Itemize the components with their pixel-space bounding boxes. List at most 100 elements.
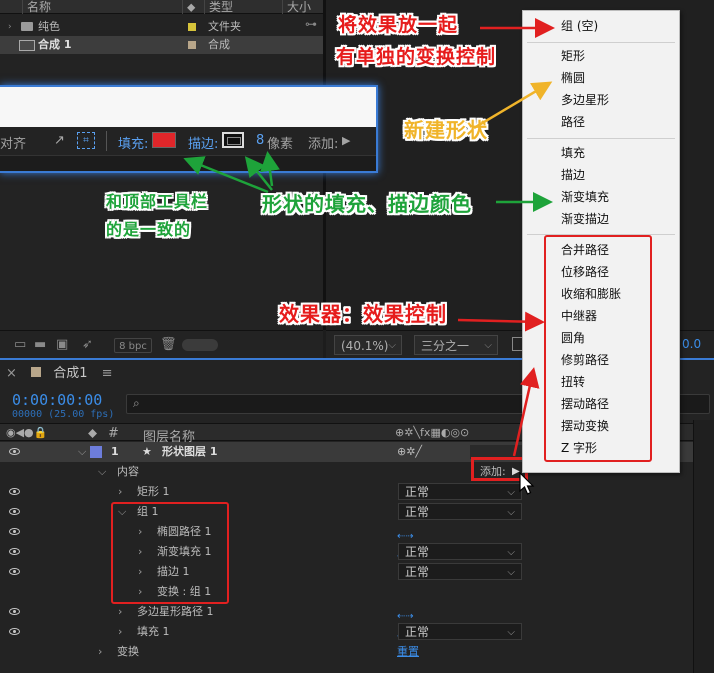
menu-item-stroke[interactable]: 描边 (561, 164, 585, 186)
exposure-value[interactable]: 0.0 (682, 337, 701, 351)
eye-icon[interactable] (9, 448, 20, 455)
new-folder-icon[interactable]: ▬ (34, 337, 46, 352)
transform-row[interactable]: › 变换 重置 (0, 642, 714, 662)
blend-mode-dropdown[interactable]: 正常 ⌵ (398, 623, 522, 640)
path-direction-icon[interactable]: ⇠⇢ ⇠⇢ (397, 607, 431, 642)
eye-icon[interactable] (9, 608, 20, 615)
interpret-footage-icon[interactable]: ▭ (14, 337, 26, 352)
divider (106, 131, 107, 151)
render-icon[interactable]: ➶ (82, 337, 93, 352)
menu-item-gradient-stroke[interactable]: 渐变描边 (561, 208, 609, 230)
eye-icon[interactable] (9, 488, 20, 495)
panel-menu-icon[interactable]: ≡ (102, 366, 113, 381)
col-size[interactable]: 大小 (282, 0, 323, 14)
stroke-row[interactable]: › 描边 1 正常 ⌵ (0, 562, 714, 582)
stroke-width-value[interactable]: 8 (256, 133, 264, 148)
resolution-dropdown[interactable]: 三分之一 ⌵ (414, 335, 498, 355)
eye-icon[interactable] (9, 568, 20, 575)
rect-label[interactable]: 矩形 1 (137, 482, 170, 502)
add-label[interactable]: 添加: (308, 133, 338, 152)
eye-icon[interactable] (9, 508, 20, 515)
stroke-color-swatch[interactable] (222, 132, 244, 148)
annotation-effectors: 效果器：效果控制 (279, 302, 447, 326)
blend-mode-value: 正常 (405, 545, 430, 559)
timeline-tab[interactable]: × 合成1 ≡ (6, 364, 113, 384)
group-row[interactable]: ⌵ 组 1 正常 ⌵ (0, 502, 714, 522)
label-swatch[interactable] (188, 23, 196, 31)
rect-row[interactable]: › 矩形 1 正常 ⌵ (0, 482, 714, 502)
project-row-comp[interactable]: 合成 1 合成 (0, 36, 323, 54)
fill-label[interactable]: 填充 1 (137, 622, 170, 642)
transform-label[interactable]: 变换 (117, 642, 139, 662)
blend-mode-dropdown[interactable]: 正常 ⌵ (398, 563, 522, 580)
add-play-icon[interactable]: ▶ (342, 134, 350, 147)
blend-mode-value: 正常 (405, 625, 430, 639)
polystar-path-row[interactable]: › 多边星形路径 1 ⇠⇢ ⇠⇢ (0, 602, 714, 642)
current-timecode[interactable]: 0:00:00:00 (12, 391, 102, 409)
fill-color-swatch[interactable] (152, 132, 176, 148)
flowchart-icon[interactable]: ⊶ (305, 17, 317, 31)
layer-label-color[interactable] (90, 446, 102, 458)
menu-item-group-empty[interactable]: 组 (空) (561, 15, 598, 37)
label-swatch[interactable] (188, 41, 196, 49)
new-comp-icon[interactable]: ▣ (56, 337, 68, 352)
menu-item-path[interactable]: 路径 (561, 111, 585, 133)
expand-arrow-icon[interactable]: › (8, 18, 12, 36)
chevron-down-icon: ⌵ (484, 340, 492, 351)
menu-item-rectangle[interactable]: 矩形 (561, 45, 585, 67)
label-tag-icon[interactable]: ⬥ (182, 0, 204, 14)
stroke-label[interactable]: 描边: (188, 133, 218, 152)
layer-name[interactable]: 形状图层 1 (162, 442, 217, 462)
eye-icon[interactable] (9, 628, 20, 635)
project-header: 名称 ⬥ 类型 大小 (0, 0, 323, 14)
av-switches-icon[interactable]: ◉◀●🔒 (6, 426, 47, 439)
blend-mode-dropdown[interactable]: 正常 ⌵ (398, 503, 522, 520)
thumbnail-slider[interactable] (182, 339, 218, 351)
blend-mode-dropdown[interactable]: 正常 ⌵ (398, 543, 522, 560)
menu-separator (527, 42, 675, 43)
bit-depth-button[interactable]: 8 bpc (114, 338, 152, 353)
switches-icons[interactable]: ⊕✲╲fx▦◐◎⊙ (395, 426, 469, 439)
path-direction-icon[interactable]: ⇠⇢ ⇠⇢ (397, 527, 431, 562)
stroke-unit: 像素 (267, 137, 294, 152)
menu-item-ellipse[interactable]: 椭圆 (561, 67, 585, 89)
gradient-fill-row[interactable]: › 渐变填充 1 正常 ⌵ (0, 542, 714, 562)
shy-switch-icons[interactable]: ⊕✲╱ (397, 442, 422, 462)
composition-icon (19, 40, 35, 51)
toolbar-zoom-inset: 对齐 ↗ ⌗ 填充: 描边: 8 像素 添加: ▶ (0, 85, 378, 173)
reset-link[interactable]: 重置 (397, 642, 419, 662)
timeline-graph-area[interactable] (693, 420, 714, 673)
menu-item-gradient-fill[interactable]: 渐变填充 (561, 186, 609, 208)
blend-mode-dropdown[interactable]: 正常 ⌵ (398, 483, 522, 500)
col-name[interactable]: 名称 (22, 0, 182, 14)
polystar-path-label[interactable]: 多边星形路径 1 (137, 602, 214, 622)
col-type[interactable]: 类型 (204, 0, 282, 14)
blend-mode-value: 正常 (405, 565, 430, 579)
trash-icon[interactable]: 🗑 (160, 337, 177, 352)
align-label[interactable]: 对齐 (0, 133, 26, 152)
chevron-right-icon[interactable]: › (98, 642, 102, 662)
zoom-dropdown[interactable]: (40.1%) ⌵ (334, 335, 402, 355)
arrow-pointer-icon[interactable]: ↗ (54, 133, 65, 148)
label-tag-icon[interactable]: ⬥ (88, 426, 97, 441)
close-icon[interactable]: × (6, 366, 17, 381)
group-transform-row[interactable]: › 变换 : 组 1 (0, 582, 714, 602)
fill-label[interactable]: 填充: (118, 133, 148, 152)
chevron-down-icon[interactable]: ⌵ (78, 442, 86, 462)
blend-mode-value: 正常 (405, 505, 430, 519)
fill-row[interactable]: › 填充 1 正常 ⌵ (0, 622, 714, 642)
menu-item-polystar[interactable]: 多边星形 (561, 89, 609, 111)
chevron-right-icon[interactable]: › (118, 482, 122, 502)
ellipse-path-row[interactable]: › 椭圆路径 1 ⇠⇢ ⇠⇢ (0, 522, 714, 562)
eye-icon[interactable] (9, 548, 20, 555)
col-number[interactable]: # (108, 426, 119, 441)
snap-icon[interactable]: ⌗ (77, 132, 95, 149)
chevron-right-icon[interactable]: › (118, 602, 122, 622)
project-row-folder[interactable]: › 纯色 文件夹 (0, 18, 323, 36)
menu-item-fill[interactable]: 填充 (561, 142, 585, 164)
eye-icon[interactable] (9, 528, 20, 535)
chevron-down-icon: ⌵ (507, 507, 515, 518)
chevron-right-icon[interactable]: › (118, 622, 122, 642)
search-icon: ⌕ (133, 396, 140, 410)
chevron-down-icon[interactable]: ⌵ (98, 462, 106, 482)
